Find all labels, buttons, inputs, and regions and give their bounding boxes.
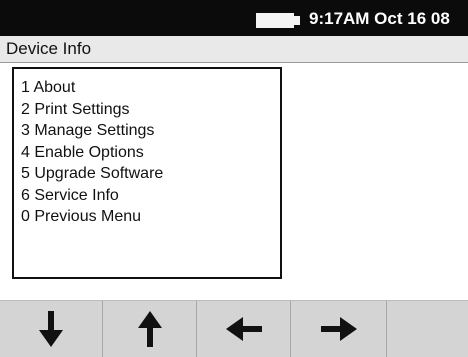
right-softkey-button[interactable] xyxy=(291,301,387,357)
menu-item-about[interactable]: 1 About xyxy=(21,77,280,99)
title-bar: Device Info xyxy=(0,36,468,63)
battery-icon xyxy=(256,13,304,28)
menu-list: 1 About 2 Print Settings 3 Manage Settin… xyxy=(14,69,280,228)
menu-item-previous-menu[interactable]: 0 Previous Menu xyxy=(21,206,280,228)
menu-panel: 1 About 2 Print Settings 3 Manage Settin… xyxy=(12,67,282,279)
arrow-right-icon xyxy=(320,317,357,341)
menu-item-enable-options[interactable]: 4 Enable Options xyxy=(21,142,280,164)
arrow-left-icon xyxy=(225,317,262,341)
menu-item-upgrade-software[interactable]: 5 Upgrade Software xyxy=(21,163,280,185)
up-softkey-button[interactable] xyxy=(103,301,197,357)
menu-item-service-info[interactable]: 6 Service Info xyxy=(21,185,280,207)
status-bar: 9:17AM Oct 16 08 xyxy=(0,0,468,36)
arrow-up-icon xyxy=(137,311,162,347)
blank-softkey-button[interactable] xyxy=(387,301,468,357)
clock: 9:17AM Oct 16 08 xyxy=(309,9,450,28)
page-title: Device Info xyxy=(6,39,92,58)
down-softkey-button[interactable] xyxy=(0,301,103,357)
softkey-bar xyxy=(0,300,468,357)
menu-item-print-settings[interactable]: 2 Print Settings xyxy=(21,99,280,121)
left-softkey-button[interactable] xyxy=(197,301,291,357)
menu-item-manage-settings[interactable]: 3 Manage Settings xyxy=(21,120,280,142)
arrow-down-icon xyxy=(39,311,63,347)
